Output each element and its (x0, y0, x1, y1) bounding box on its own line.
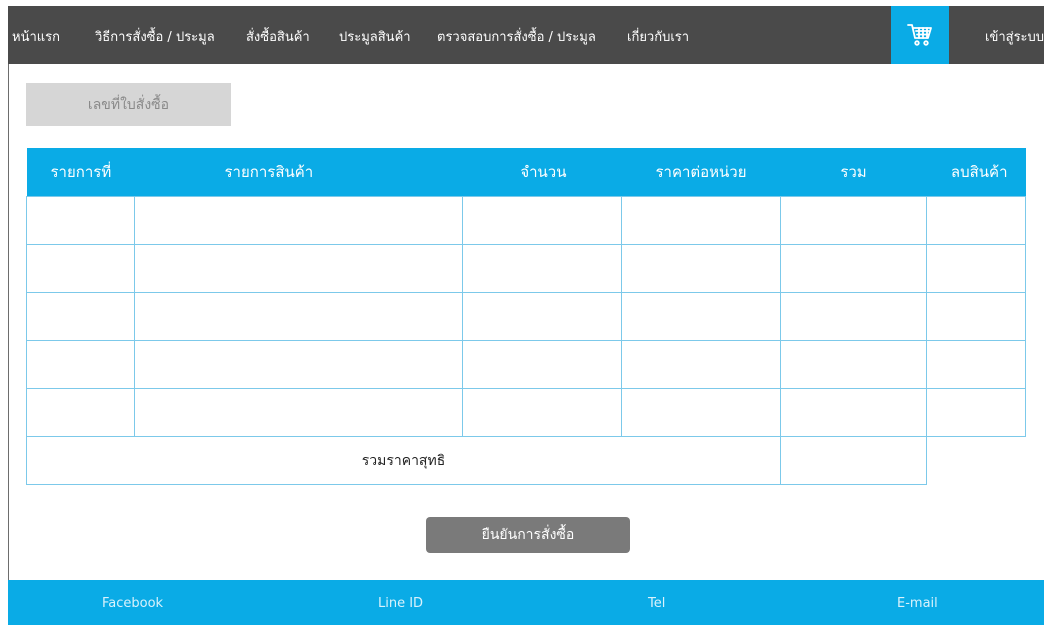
table-row (26, 292, 1026, 341)
cell-remove[interactable] (926, 292, 1026, 341)
nav-item-about-us[interactable]: เกี่ยวกับเรา (627, 6, 689, 64)
header-unit-price: ราคาต่อหน่วย (621, 148, 781, 197)
nav-item-how-to-order[interactable]: วิธีการสั่งซื้อ / ประมูล (95, 6, 215, 64)
cell-total (780, 196, 927, 245)
cell-unit-price (621, 388, 781, 437)
cell-total (780, 244, 927, 293)
cell-unit-price (621, 196, 781, 245)
header-total: รวม (780, 148, 927, 197)
cell-product (134, 196, 463, 245)
login-link[interactable]: เข้าสู่ระบบ (985, 6, 1044, 64)
header-product: รายการสินค้า (134, 148, 463, 197)
nav-item-order-products[interactable]: สั่งซื้อสินค้า (246, 6, 310, 64)
header-quantity: จำนวน (462, 148, 622, 197)
cell-total (780, 292, 927, 341)
cell-product (134, 244, 463, 293)
nav-item-auction-products[interactable]: ประมูลสินค้า (339, 6, 411, 64)
cell-item-no (26, 388, 135, 437)
top-navigation: หน้าแรก วิธีการสั่งซื้อ / ประมูล สั่งซื้… (8, 6, 1044, 64)
cell-item-no (26, 196, 135, 245)
table-row (26, 244, 1026, 293)
footer-link-facebook[interactable]: Facebook (102, 580, 163, 625)
cell-unit-price (621, 340, 781, 389)
grand-total-value (780, 436, 927, 485)
cell-remove[interactable] (926, 388, 1026, 437)
footer: Facebook Line ID Tel E-mail (8, 580, 1044, 625)
grand-total-spacer (927, 437, 1026, 485)
table-row (26, 196, 1026, 245)
cell-unit-price (621, 292, 781, 341)
cell-item-no (26, 244, 135, 293)
shopping-cart-icon (907, 24, 932, 46)
footer-link-tel[interactable]: Tel (648, 580, 665, 625)
cell-quantity[interactable] (462, 196, 622, 245)
cell-unit-price (621, 244, 781, 293)
cell-quantity[interactable] (462, 292, 622, 341)
cell-quantity[interactable] (462, 244, 622, 293)
table-row (26, 340, 1026, 389)
cell-quantity[interactable] (462, 340, 622, 389)
cell-remove[interactable] (926, 196, 1026, 245)
header-remove: ลบสินค้า (926, 148, 1026, 197)
cell-remove[interactable] (926, 244, 1026, 293)
table-header-row: รายการที่ รายการสินค้า จำนวน ราคาต่อหน่ว… (26, 148, 1026, 197)
nav-item-home[interactable]: หน้าแรก (12, 6, 60, 64)
cell-product (134, 292, 463, 341)
order-table: รายการที่ รายการสินค้า จำนวน ราคาต่อหน่ว… (26, 148, 1026, 485)
cell-item-no (26, 292, 135, 341)
cell-total (780, 340, 927, 389)
cell-remove[interactable] (926, 340, 1026, 389)
grand-total-label: รวมราคาสุทธิ (26, 436, 781, 485)
cell-quantity[interactable] (462, 388, 622, 437)
table-row (26, 388, 1026, 437)
cart-button[interactable] (891, 6, 949, 64)
cell-product (134, 388, 463, 437)
order-number-button[interactable]: เลขที่ใบสั่งซื้อ (26, 83, 231, 126)
grand-total-row: รวมราคาสุทธิ (26, 436, 1026, 485)
footer-link-line-id[interactable]: Line ID (378, 580, 423, 625)
cell-item-no (26, 340, 135, 389)
nav-item-check-order[interactable]: ตรวจสอบการสั่งซื้อ / ประมูล (437, 6, 596, 64)
confirm-order-button[interactable]: ยืนยันการสั่งซื้อ (426, 517, 630, 553)
cell-total (780, 388, 927, 437)
header-item-no: รายการที่ (26, 148, 135, 197)
cell-product (134, 340, 463, 389)
footer-link-email[interactable]: E-mail (897, 580, 938, 625)
